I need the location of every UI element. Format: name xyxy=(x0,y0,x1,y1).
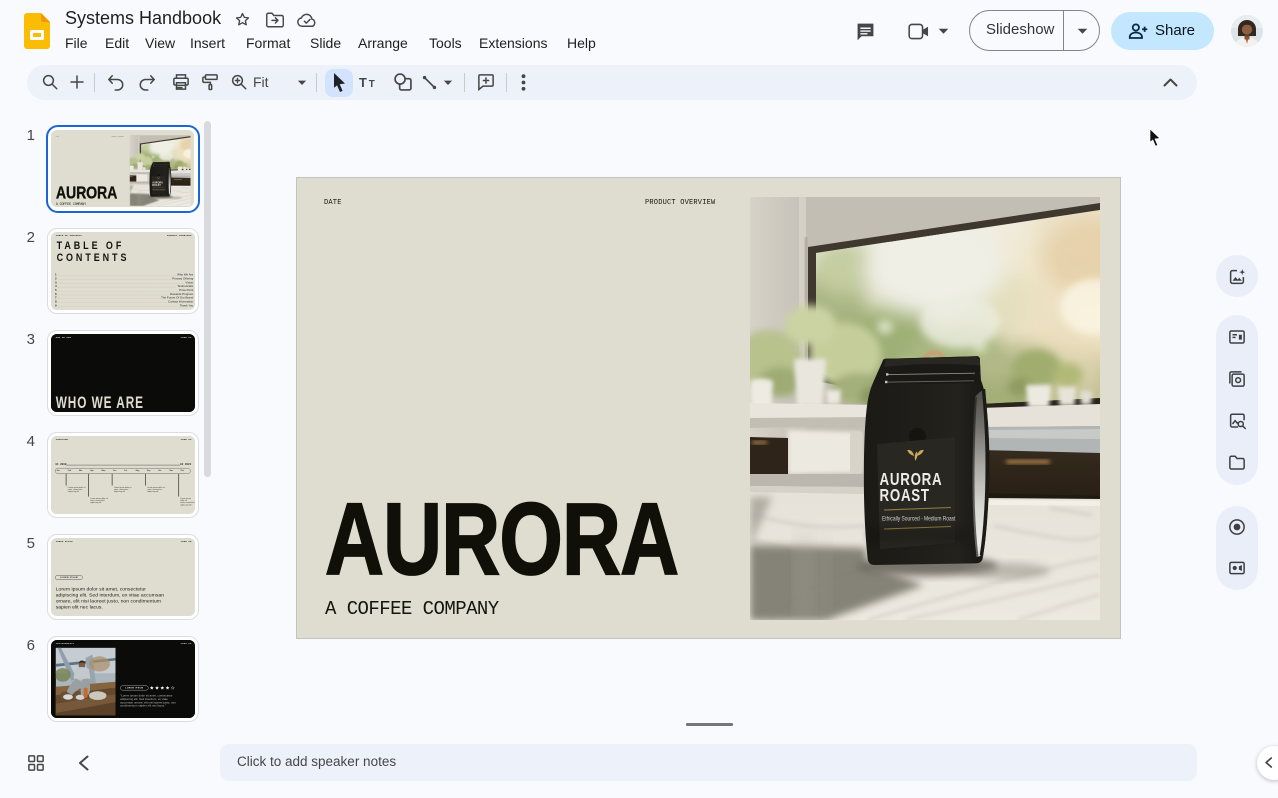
svg-text:T: T xyxy=(369,79,375,90)
svg-text:T: T xyxy=(359,75,367,90)
